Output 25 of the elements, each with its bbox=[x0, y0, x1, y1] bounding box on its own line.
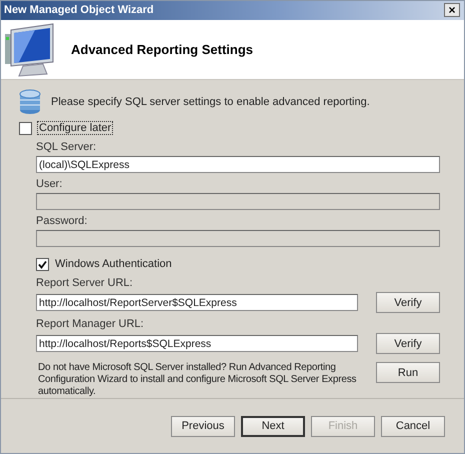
input-field[interactable]: (local)\SQLExpress bbox=[36, 156, 440, 174]
wizard-button[interactable]: Cancel bbox=[381, 416, 445, 437]
url-field[interactable]: http://localhost/Reports$SQLExpress bbox=[36, 335, 358, 352]
field-label: Password: bbox=[36, 215, 88, 228]
close-button[interactable]: × bbox=[444, 3, 460, 18]
wizard-button[interactable]: Next bbox=[241, 416, 305, 437]
database-icon bbox=[19, 88, 41, 116]
page-title: Advanced Reporting Settings bbox=[71, 42, 254, 58]
intro-text: Please specify SQL server settings to enable advanced reporting. bbox=[51, 96, 370, 108]
field-label: SQL Server: bbox=[36, 141, 98, 154]
field-label: Report Manager URL: bbox=[36, 318, 145, 330]
checkbox-label: Windows Authentication bbox=[55, 258, 172, 270]
verify-button[interactable]: Verify bbox=[376, 292, 440, 314]
verify-button[interactable]: Verify bbox=[376, 333, 440, 354]
check-mark-icon bbox=[38, 260, 47, 269]
checkbox-label: Configure later bbox=[38, 122, 112, 134]
run-button[interactable]: Run bbox=[376, 362, 440, 384]
checkbox[interactable] bbox=[36, 258, 49, 271]
install-note: Do not have Microsoft SQL Server installed? Run Advanced Reporting Configuration Wizard to install and configure Microsoft SQL Server Express automatically. bbox=[37, 362, 358, 398]
field-label: User: bbox=[36, 178, 64, 190]
url-field[interactable]: http://localhost/ReportServer$SQLExpress bbox=[36, 294, 358, 312]
checkbox[interactable] bbox=[19, 122, 32, 135]
window-title: New Managed Object Wizard bbox=[4, 4, 154, 16]
wizard-button[interactable]: Previous bbox=[171, 416, 235, 437]
field-label: Report Server URL: bbox=[36, 277, 134, 290]
